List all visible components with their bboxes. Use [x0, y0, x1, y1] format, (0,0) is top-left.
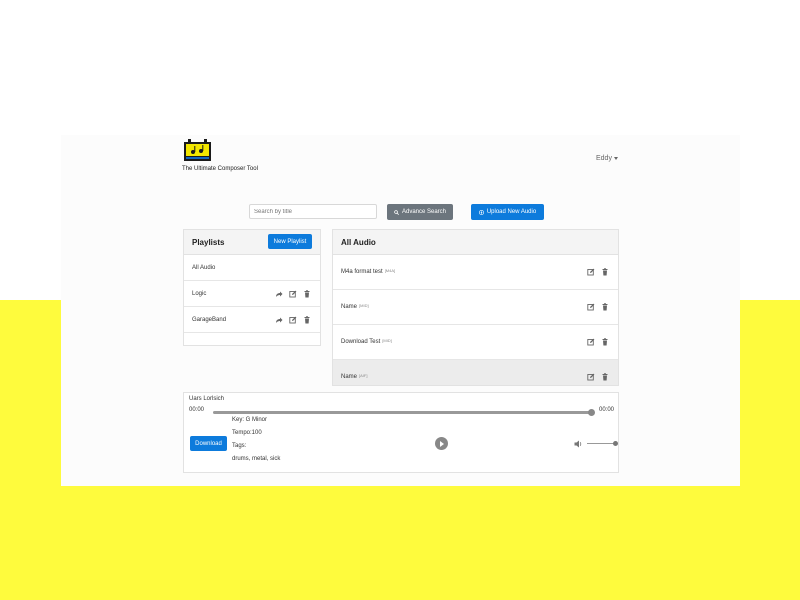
audio-item[interactable]: Name [MID] — [333, 290, 618, 325]
playlist-item-label: All Audio — [192, 264, 216, 271]
trash-icon[interactable] — [601, 373, 609, 381]
audio-item-name: Download Test — [341, 339, 381, 345]
share-icon[interactable] — [275, 316, 283, 324]
caret-down-icon — [613, 156, 618, 160]
trash-icon[interactable] — [303, 315, 311, 324]
app-tagline: The Ultimate Composer Tool — [182, 166, 258, 172]
player-tags-label: Tags: — [232, 443, 247, 449]
trash-icon[interactable] — [601, 338, 609, 346]
search-input[interactable] — [249, 204, 377, 219]
player-current-time: 00:00 — [189, 407, 205, 413]
player-key: Key: G Minor — [232, 417, 268, 423]
trash-icon[interactable] — [601, 268, 609, 276]
playlists-title: Playlists — [192, 237, 225, 247]
playlist-item-garageband[interactable]: GarageBand — [184, 307, 320, 333]
new-playlist-button[interactable]: New Playlist — [268, 234, 312, 249]
player-progress-bar[interactable] — [213, 409, 595, 416]
edit-icon[interactable] — [587, 303, 595, 311]
download-button[interactable]: Download — [190, 436, 227, 451]
playlist-actions — [275, 289, 311, 298]
audio-actions — [587, 268, 609, 276]
edit-icon[interactable] — [587, 338, 595, 346]
audio-item-format: [MID] — [359, 302, 369, 308]
audio-item-format: [M4A] — [384, 267, 396, 273]
advance-search-label: Advance Search — [401, 209, 447, 215]
audio-item-name: Name — [341, 374, 358, 380]
player-tags: drums, metal, sick — [232, 456, 281, 462]
upload-icon — [478, 209, 484, 215]
playlist-actions — [275, 315, 311, 324]
playlist-item-label: Logic — [192, 290, 207, 297]
audio-actions — [587, 303, 609, 311]
trash-icon[interactable] — [303, 289, 311, 298]
audio-actions — [587, 338, 609, 346]
edit-icon[interactable] — [289, 290, 297, 298]
audio-actions — [587, 373, 609, 381]
audio-item-format: [AIF] — [359, 372, 368, 378]
audio-item-selected[interactable]: Name [AIF] — [333, 360, 618, 385]
user-menu[interactable]: Eddy — [596, 155, 618, 162]
all-audio-panel: All Audio M4a format test [M4A] Name [MID]… — [332, 229, 619, 386]
upload-audio-button[interactable]: Upload New Audio — [471, 204, 544, 220]
app-window: The Ultimate Composer Tool Eddy Advance … — [61, 135, 740, 486]
playlist-item-label: GarageBand — [192, 316, 227, 323]
player-total-time: 00:00 — [598, 407, 614, 413]
playlist-item-logic[interactable]: Logic — [184, 281, 320, 307]
share-icon[interactable] — [275, 290, 283, 298]
play-icon[interactable] — [435, 437, 448, 450]
volume-slider[interactable] — [587, 441, 618, 446]
volume-icon[interactable] — [574, 440, 583, 448]
advance-search-button[interactable]: Advance Search — [387, 204, 453, 220]
search-icon — [394, 209, 399, 215]
audio-item-name: Name — [341, 304, 358, 310]
new-playlist-label: New Playlist — [273, 238, 307, 245]
playlist-item-all-audio[interactable]: All Audio — [184, 255, 320, 281]
player-artist: Uars Lorlsich — [189, 396, 225, 402]
volume-knob[interactable] — [613, 441, 618, 446]
audio-item[interactable]: Download Test [MID] — [333, 325, 618, 360]
trash-icon[interactable] — [601, 303, 609, 311]
all-audio-header: All Audio — [333, 230, 618, 255]
all-audio-title: All Audio — [341, 237, 376, 247]
audio-item-name: M4a format test — [341, 269, 383, 275]
edit-icon[interactable] — [587, 268, 595, 276]
audio-item[interactable]: M4a format test [M4A] — [333, 255, 618, 290]
upload-audio-label: Upload New Audio — [486, 209, 537, 215]
logo — [184, 139, 211, 161]
download-label: Download — [195, 440, 222, 447]
user-name: Eddy — [596, 155, 612, 162]
audio-item-format: [MID] — [382, 337, 392, 343]
edit-icon[interactable] — [587, 373, 595, 381]
audio-player: Uars Lorlsich 00:00 00:00 Key: G Minor T… — [183, 392, 619, 473]
progress-knob[interactable] — [588, 409, 595, 416]
edit-icon[interactable] — [289, 316, 297, 324]
player-tempo: Tempo:100 — [232, 430, 262, 436]
